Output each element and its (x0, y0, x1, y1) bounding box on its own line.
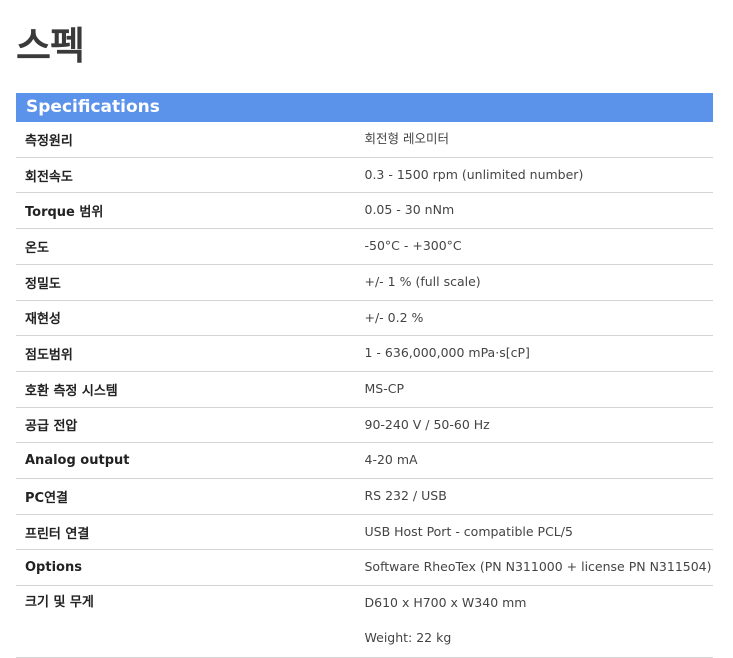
spec-value: Software RheoTex (PN N311000 + license P… (364, 549, 713, 587)
spec-label: Analog output (16, 442, 365, 480)
spec-value-line: 회전형 레오미터 (364, 131, 449, 146)
spec-value-line: 4-20 mA (364, 452, 418, 468)
spec-value: 0.3 - 1500 rpm (unlimited number) (364, 157, 713, 194)
spec-value-line: +/- 1 % (full scale) (364, 273, 481, 289)
table-row: 재현성 +/- 0.2 % (16, 300, 713, 337)
spec-value: 1 - 636,000,000 mPa·s[cP] (364, 335, 713, 372)
table-row: 호환 측정 시스템 MS-CP (16, 371, 713, 408)
table-row: 공급 전압 90-240 V / 50-60 Hz (16, 407, 713, 444)
spec-value-line: Software RheoTex (PN N311000 + license P… (364, 559, 712, 575)
table-row: Analog output 4-20 mA (16, 442, 713, 480)
spec-label: 재현성 (16, 300, 365, 337)
spec-value: RS 232 / USB (364, 478, 713, 515)
spec-value: +/- 0.2 % (364, 300, 713, 337)
table-row: 측정원리 회전형 레오미터 (16, 122, 713, 158)
spec-label: 점도범위 (16, 335, 365, 372)
spec-label: PC연결 (16, 478, 365, 515)
spec-value-line: 90-240 V / 50-60 Hz (364, 416, 490, 432)
spec-value: D610 x H700 x W340 mm Weight: 22 kg (364, 585, 713, 658)
spec-value-line: Weight: 22 kg (364, 629, 452, 645)
spec-label: 측정원리 (16, 122, 365, 158)
spec-label: Options (16, 549, 365, 587)
page-title: 스펙 (16, 24, 85, 68)
spec-value: USB Host Port - compatible PCL/5 (364, 514, 713, 551)
table-row: 정밀도 +/- 1 % (full scale) (16, 264, 713, 301)
table-row: 회전속도 0.3 - 1500 rpm (unlimited number) (16, 157, 713, 194)
table-body: 측정원리 회전형 레오미터 회전속도 0.3 - 1500 rpm (unlim… (16, 122, 713, 658)
spec-value-line: 0.05 - 30 nNm (364, 202, 455, 218)
spec-value-line: 1 - 636,000,000 mPa·s[cP] (364, 345, 530, 361)
table-row: 점도범위 1 - 636,000,000 mPa·s[cP] (16, 335, 713, 372)
spec-label: 크기 및 무게 (16, 585, 365, 658)
spec-value-line: USB Host Port - compatible PCL/5 (364, 523, 573, 539)
spec-label: 프린터 연결 (16, 514, 365, 551)
table-row: 프린터 연결 USB Host Port - compatible PCL/5 (16, 514, 713, 551)
spec-value: -50°C - +300°C (364, 228, 713, 265)
spec-value: +/- 1 % (full scale) (364, 264, 713, 301)
table-row: 온도 -50°C - +300°C (16, 228, 713, 265)
spec-value: 회전형 레오미터 (364, 122, 713, 158)
spec-value: 4-20 mA (364, 442, 713, 480)
spec-value-line: RS 232 / USB (364, 488, 447, 504)
spec-value: 0.05 - 30 nNm (364, 192, 713, 230)
specifications-table: Specifications 측정원리 회전형 레오미터 회전속도 0.3 - … (16, 93, 713, 658)
table-row: Options Software RheoTex (PN N311000 + l… (16, 549, 713, 587)
spec-label: 정밀도 (16, 264, 365, 301)
spec-value-line: 0.3 - 1500 rpm (unlimited number) (364, 166, 584, 182)
table-header-row: Specifications (16, 93, 713, 122)
spec-label: 호환 측정 시스템 (16, 371, 365, 408)
spec-label: 온도 (16, 228, 365, 265)
table-row: 크기 및 무게 D610 x H700 x W340 mm Weight: 22… (16, 585, 713, 658)
table-row: PC연결 RS 232 / USB (16, 478, 713, 515)
spec-label: Torque 범위 (16, 192, 365, 230)
spec-label: 회전속도 (16, 157, 365, 194)
spec-value-line: MS-CP (364, 380, 405, 396)
table-row: Torque 범위 0.05 - 30 nNm (16, 192, 713, 230)
spec-value-line: -50°C - +300°C (364, 238, 462, 254)
spec-value-line: +/- 0.2 % (364, 309, 424, 325)
spec-label: 공급 전압 (16, 407, 365, 444)
spec-value-line: D610 x H700 x W340 mm (364, 595, 527, 611)
spec-value: MS-CP (364, 371, 713, 408)
spec-value: 90-240 V / 50-60 Hz (364, 407, 713, 444)
table-header: Specifications (16, 93, 713, 122)
